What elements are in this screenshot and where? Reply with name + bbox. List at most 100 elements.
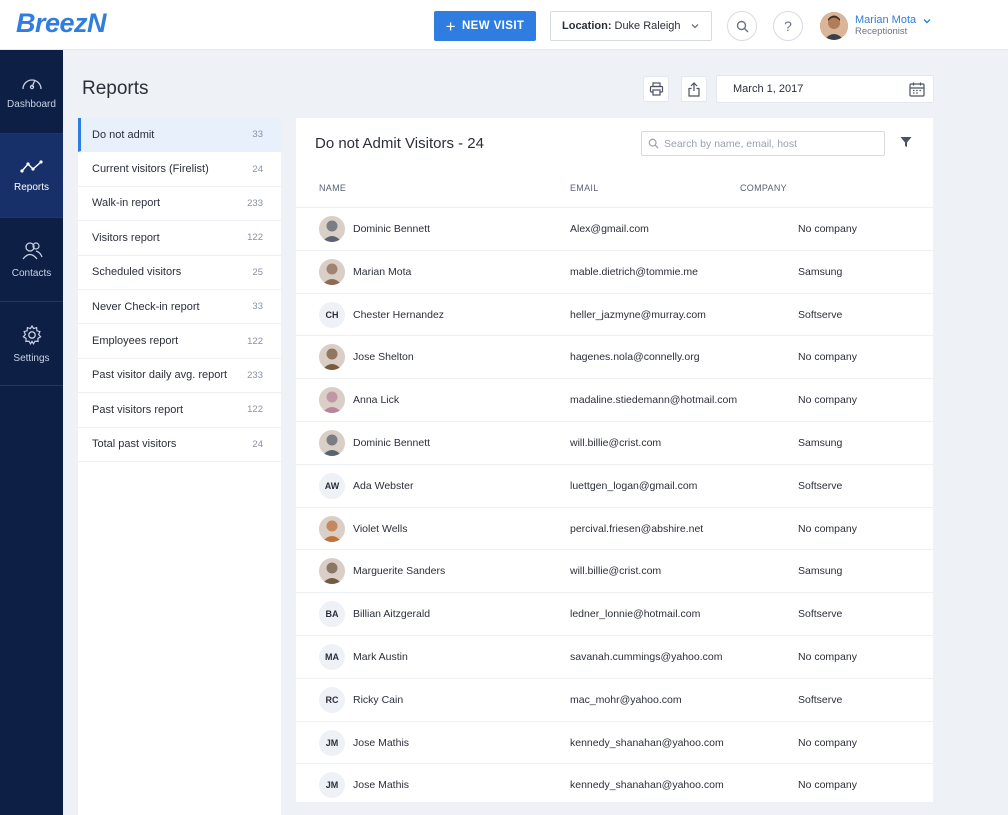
search-icon — [736, 20, 748, 32]
avatar — [319, 258, 345, 285]
report-item[interactable]: Do not admit 33 — [78, 118, 281, 153]
column-header-email[interactable]: EMAIL — [570, 183, 599, 193]
table-row[interactable]: AW Ada Webster luettgen_logan@gmail.com Sof… — [296, 463, 933, 507]
sidebar: Dashboard Reports Contacts Settings — [0, 50, 63, 815]
avatar: MA — [319, 643, 345, 670]
new-visit-button[interactable]: + NEW VISIT — [434, 11, 536, 41]
date-picker[interactable]: March 1, 2017 — [716, 75, 934, 103]
report-label: Employees report — [92, 335, 179, 348]
report-count: 24 — [252, 163, 263, 175]
avatar-initials: RC — [325, 694, 339, 705]
avatar — [319, 344, 345, 371]
user-photo-icon — [319, 216, 345, 242]
user-menu[interactable]: Marian Mota Receptionist — [820, 10, 932, 42]
user-photo-icon — [319, 429, 345, 456]
visitor-name: Jose Mathis — [353, 736, 410, 749]
user-role: Receptionist — [855, 25, 908, 37]
avatar-initials: JM — [325, 780, 339, 791]
visitor-email: ledner_lonnie@hotmail.com — [570, 608, 701, 621]
visitor-company: Samsung — [798, 565, 843, 578]
app-logo[interactable]: BreezN — [16, 8, 107, 39]
filter-icon[interactable] — [900, 136, 912, 148]
table-row[interactable]: Dominic Bennett will.billie@crist.com Sams… — [296, 420, 933, 464]
user-photo-icon — [820, 12, 848, 40]
report-label: Walk-in report — [92, 197, 161, 210]
search-icon — [648, 138, 659, 149]
table-row[interactable]: CH Chester Hernandez heller_jazmyne@murray… — [296, 292, 933, 336]
export-button[interactable] — [681, 76, 707, 102]
search-button[interactable] — [727, 11, 757, 41]
sidebar-item-settings[interactable]: Settings — [0, 302, 63, 386]
visitor-name: Ada Webster — [353, 479, 414, 492]
avatar — [319, 558, 345, 585]
report-item[interactable]: Visitors report 122 — [78, 221, 281, 256]
gauge-icon — [21, 78, 42, 89]
column-header-company[interactable]: COMPANY — [740, 183, 787, 193]
avatar: JM — [319, 729, 345, 756]
calendar-icon — [909, 82, 925, 97]
column-header-name[interactable]: NAME — [319, 183, 346, 193]
table-row[interactable]: RC Ricky Cain mac_mohr@yahoo.com Softserve — [296, 677, 933, 721]
report-item[interactable]: Current visitors (Firelist) 24 — [78, 152, 281, 187]
visitor-email: hagenes.nola@connelly.org — [570, 351, 700, 364]
table-row[interactable]: Anna Lick madaline.stiedemann@hotmail.com… — [296, 378, 933, 421]
report-item[interactable]: Never Check-in report 33 — [78, 290, 281, 325]
location-select[interactable]: Location: Duke Raleigh — [550, 11, 712, 41]
user-photo-icon — [319, 258, 345, 285]
sidebar-item-dashboard[interactable]: Dashboard — [0, 50, 63, 134]
report-item[interactable]: Employees report 122 — [78, 324, 281, 359]
report-label: Never Check-in report — [92, 300, 200, 313]
table-row[interactable]: BA Billian Aitzgerald ledner_lonnie@hotmai… — [296, 592, 933, 635]
user-name: Marian Mota — [855, 14, 917, 27]
chevron-down-icon — [923, 19, 931, 24]
table-row[interactable]: MA Mark Austin savanah.cummings@yahoo.com N… — [296, 634, 933, 678]
table-row[interactable]: Jose Shelton hagenes.nola@connelly.org No … — [296, 335, 933, 378]
visitor-company: No company — [798, 522, 857, 535]
table-row[interactable]: Dominic Bennett Alex@gmail.com No company — [296, 207, 933, 250]
sidebar-item-reports[interactable]: Reports — [0, 134, 63, 218]
table-row[interactable]: JM Jose Mathis kennedy_shanahan@yahoo.com N… — [296, 720, 933, 764]
report-item[interactable]: Total past visitors 24 — [78, 428, 281, 462]
visitor-email: mac_mohr@yahoo.com — [570, 693, 682, 706]
report-item[interactable]: Walk-in report 233 — [78, 187, 281, 222]
table-title: Do not Admit Visitors - 24 — [315, 135, 484, 152]
location-label: Location: — [562, 20, 612, 32]
table-row[interactable]: JM Jose Mathis kennedy_shanahan@yahoo.com N… — [296, 763, 933, 806]
visitor-company: No company — [798, 394, 857, 407]
report-label: Visitors report — [92, 231, 160, 244]
sidebar-item-contacts[interactable]: Contacts — [0, 218, 63, 302]
visitor-company: Softserve — [798, 479, 843, 492]
visitor-company: No company — [798, 650, 857, 663]
sidebar-item-label: Settings — [13, 352, 50, 364]
table-row[interactable]: Marguerite Sanders will.billie@crist.com S… — [296, 549, 933, 592]
report-item[interactable]: Past visitor daily avg. report 233 — [78, 359, 281, 394]
gear-icon — [21, 324, 42, 345]
report-label: Do not admit — [92, 128, 155, 141]
avatar-initials: MA — [325, 651, 339, 662]
user-photo-icon — [319, 558, 345, 585]
report-item[interactable]: Scheduled visitors 25 — [78, 256, 281, 290]
user-photo-icon — [319, 387, 345, 414]
help-button[interactable]: ? — [773, 11, 803, 41]
report-label: Past visitors report — [92, 403, 184, 416]
search-input[interactable] — [664, 137, 874, 150]
visitor-email: percival.friesen@abshire.net — [570, 522, 704, 535]
report-list: Do not admit 33 Current visitors (Firelist… — [78, 118, 281, 815]
sidebar-item-label: Dashboard — [7, 98, 56, 110]
visitor-name: Dominic Bennett — [353, 436, 431, 449]
report-label: Current visitors (Firelist) — [92, 163, 209, 176]
share-icon — [688, 81, 700, 97]
table-row[interactable]: Violet Wells percival.friesen@abshire.net… — [296, 506, 933, 550]
print-button[interactable] — [643, 76, 669, 102]
avatar-initials: AW — [324, 480, 340, 491]
sidebar-item-label: Contacts — [11, 267, 52, 279]
visitor-email: madaline.stiedemann@hotmail.com — [570, 394, 738, 407]
report-item[interactable]: Past visitors report 122 — [78, 393, 281, 428]
contacts-icon — [21, 241, 43, 259]
search-box[interactable] — [641, 131, 885, 156]
visitor-email: mable.dietrich@tommie.me — [570, 265, 698, 278]
avatar: BA — [319, 601, 345, 628]
visitor-email: savanah.cummings@yahoo.com — [570, 650, 723, 663]
table-row[interactable]: Marian Mota mable.dietrich@tommie.me Samsu… — [296, 249, 933, 293]
sidebar-item-label: Reports — [13, 181, 49, 193]
